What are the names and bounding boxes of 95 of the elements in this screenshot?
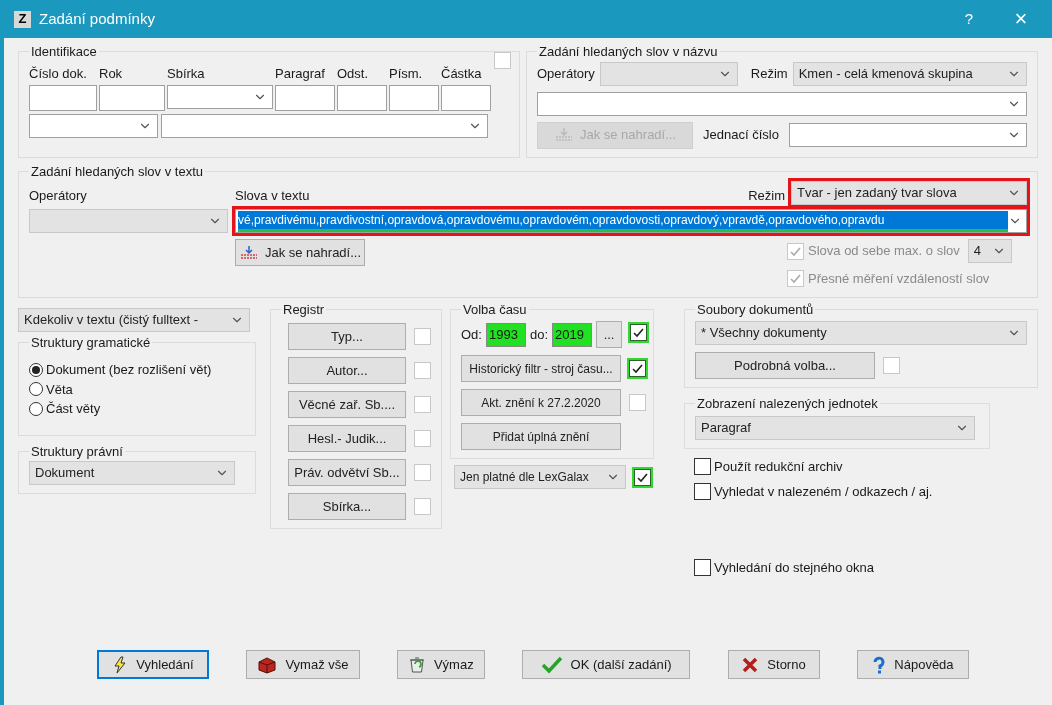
group-title: Zobrazení nalezených jednotek xyxy=(697,396,878,411)
check-icon xyxy=(631,362,644,375)
detail-button[interactable]: Podrobná volba... xyxy=(695,352,875,379)
dropdown[interactable]: Jen platné dle LexGalax xyxy=(454,465,626,489)
dialog-button[interactable]: Storno xyxy=(727,650,820,679)
dialog-button[interactable]: Vymaž vše xyxy=(246,650,360,679)
dropdown[interactable]: Tvar - jen zadaný tvar slova xyxy=(791,181,1027,205)
close-icon xyxy=(741,655,760,674)
check-icon xyxy=(540,655,563,674)
replace-button[interactable]: Jak se nahradí... xyxy=(235,239,365,266)
field-label: Odst. xyxy=(337,64,370,83)
register-button[interactable]: Sbírka... xyxy=(288,493,406,520)
dropdown[interactable]: Kdekoliv v textu (čistý fulltext - xyxy=(18,307,250,332)
input-field[interactable] xyxy=(275,85,335,111)
time-button[interactable]: Přidat úplná znění xyxy=(461,423,621,450)
register-button[interactable]: Typ... xyxy=(288,323,406,350)
field-label: Písm. xyxy=(389,64,424,83)
app-icon: Z xyxy=(14,10,31,28)
field-label: Operátory xyxy=(537,64,595,83)
input-field[interactable] xyxy=(99,85,165,111)
radio-button[interactable] xyxy=(29,401,43,416)
field-label: Režim xyxy=(750,64,788,83)
dialog-button[interactable]: Výmaz xyxy=(396,650,485,679)
window-title: Zadání podmínky xyxy=(39,8,156,29)
time-button[interactable]: Historický filtr - stroj času... xyxy=(461,355,621,382)
checkbox-label: Přesné měření vzdáleností slov xyxy=(808,270,990,288)
field-label: Sbírka xyxy=(167,64,206,83)
group-title: Identifikace xyxy=(31,44,97,59)
check-icon xyxy=(789,272,802,286)
radio-label: Část věty xyxy=(46,400,101,418)
group-title: Volba času xyxy=(463,301,527,317)
replace-icon xyxy=(238,244,259,261)
checkbox[interactable] xyxy=(694,558,711,576)
dropdown[interactable] xyxy=(599,61,738,86)
field-label: Částka xyxy=(441,64,483,83)
dialog-button[interactable]: Nápověda xyxy=(856,650,969,679)
checkbox[interactable] xyxy=(634,468,651,486)
field-label: Režim xyxy=(748,186,785,205)
replace-icon xyxy=(553,127,574,143)
radio-label: Dokument (bez rozlišení vět) xyxy=(46,361,212,379)
field-label: Operátory xyxy=(29,186,88,205)
time-button[interactable]: Akt. znění k 27.2.2020 xyxy=(461,389,621,416)
group-title: Registr xyxy=(283,301,325,317)
checkbox-label: Vyhledání do stejného okna xyxy=(714,558,874,577)
dropdown[interactable] xyxy=(537,91,1027,116)
dialog-button[interactable]: OK (další zadání) xyxy=(522,650,691,679)
field-label: Jednací číslo xyxy=(703,126,779,145)
group-title: Zadání hledaných slov v názvu xyxy=(539,44,718,59)
register-button[interactable]: Hesl.- Judik... xyxy=(288,425,406,452)
register-button[interactable]: Autor... xyxy=(288,357,406,384)
dropdown[interactable] xyxy=(29,114,158,138)
dropdown[interactable] xyxy=(29,209,228,233)
input-field[interactable] xyxy=(337,85,387,111)
input-field[interactable] xyxy=(389,85,439,111)
field-label: Slova v textu xyxy=(235,186,311,205)
help-icon xyxy=(872,655,887,674)
checkbox[interactable] xyxy=(694,457,711,475)
year-field[interactable]: 1993 xyxy=(485,322,526,347)
field-label: Číslo dok. xyxy=(29,64,88,83)
dialog-button[interactable]: Vyhledání xyxy=(97,650,209,679)
dropdown[interactable] xyxy=(161,114,488,138)
input-field[interactable] xyxy=(441,85,491,111)
dots-button[interactable]: ... xyxy=(596,321,623,348)
dropdown[interactable]: Paragraf xyxy=(695,415,975,440)
field-label: Od: xyxy=(461,325,482,344)
radio-button[interactable] xyxy=(29,382,43,397)
dropdown[interactable] xyxy=(788,123,1027,147)
radio-button[interactable] xyxy=(29,362,43,377)
register-button[interactable]: Věcné zař. Sb.... xyxy=(288,391,406,418)
checkbox-label: Vyhledat v nalezeném / odkazech / aj. xyxy=(714,483,933,501)
lightning-icon xyxy=(112,655,129,674)
checkbox[interactable] xyxy=(629,360,646,377)
checkbox[interactable] xyxy=(694,483,711,501)
checkbox[interactable] xyxy=(630,324,648,342)
check-icon xyxy=(632,326,646,340)
checkbox-label: Slova od sebe max. o slov xyxy=(808,242,960,261)
group-title: Struktury právní xyxy=(31,443,123,459)
input-field[interactable] xyxy=(29,85,97,111)
group-title: Zadání hledaných slov v textu xyxy=(31,163,203,179)
field-label: Paragraf xyxy=(275,64,326,83)
field-label: Rok xyxy=(99,64,124,83)
box-icon xyxy=(257,655,278,674)
dropdown[interactable]: * Všechny dokumenty xyxy=(695,321,1027,345)
dropdown[interactable]: Dokument xyxy=(29,461,235,485)
group-title: Struktury gramatické xyxy=(31,334,151,350)
dropdown[interactable]: Kmen - celá kmenová skupina xyxy=(792,61,1027,86)
year-field[interactable]: 2019 xyxy=(552,322,593,347)
bin-icon xyxy=(407,655,426,674)
words-field[interactable]: vé,pravdivému,pravdivostní,opravdová,opravdovému,opravdovém,opravdovosti,opravdový,vpravdě,opravdového,opravdu xyxy=(235,209,1027,233)
field-label: do: xyxy=(529,325,549,344)
group-title: Soubory dokumentů xyxy=(697,301,814,317)
register-button[interactable]: Práv. odvětví Sb... xyxy=(288,459,406,486)
checkbox-label: Použít redukční archiv xyxy=(714,457,843,476)
dropdown[interactable] xyxy=(167,85,273,109)
radio-label: Věta xyxy=(46,380,73,399)
